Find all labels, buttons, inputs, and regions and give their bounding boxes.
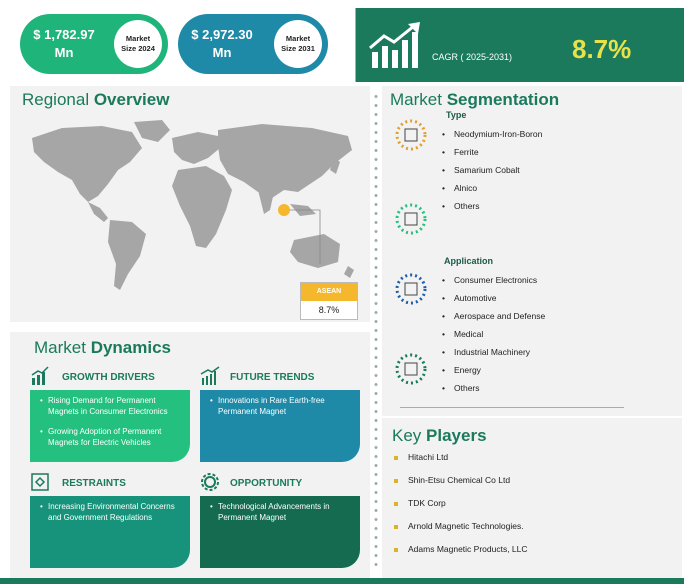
- list-item: Hitachi Ltd: [392, 446, 528, 469]
- type-list: Neodymium-Iron-Boron Ferrite Samarium Co…: [440, 125, 542, 215]
- list-item: Automotive: [440, 289, 545, 307]
- list-item: Growing Adoption of Permanent Magnets fo…: [40, 427, 182, 448]
- list-item: Innovations in Rare Earth-free Permanent…: [210, 396, 352, 417]
- header: $ 1,782.97 Mn Market Size 2024 $ 2,972.3…: [0, 0, 684, 86]
- list-item: Aerospace and Defense: [440, 307, 545, 325]
- list-item: Medical: [440, 325, 545, 343]
- list-item: Alnico: [440, 179, 542, 197]
- list-item: Energy: [440, 361, 545, 379]
- list-item: Rising Demand for Permanent Magnets in C…: [40, 396, 182, 417]
- key-players-list: Hitachi Ltd Shin-Etsu Chemical Co Ltd TD…: [392, 446, 528, 561]
- market-size-2031-badge: Market Size 2031: [274, 20, 322, 68]
- market-size-2031-unit: Mn: [212, 45, 232, 60]
- key-players-title: Key Players: [392, 426, 487, 445]
- cagr-value: 8.7%: [572, 34, 632, 64]
- application-segment-icon: [395, 273, 427, 305]
- market-dynamics-title: Market Dynamics: [34, 338, 172, 357]
- asean-value: 8.7%: [318, 305, 340, 315]
- world-map: [32, 120, 354, 290]
- list-item: Ferrite: [440, 143, 542, 161]
- opportunity-card: Technological Advancements in Permanent …: [200, 496, 360, 568]
- list-item: Neodymium-Iron-Boron: [440, 125, 542, 143]
- vertical-divider: [374, 92, 378, 572]
- cagr-label: CAGR ( 2025-2031): [432, 52, 513, 62]
- type-segment-icon-2: [395, 203, 427, 235]
- list-item: Consumer Electronics: [440, 271, 545, 289]
- application-heading: Application: [444, 256, 493, 266]
- market-segmentation-title: Market Segmentation: [390, 90, 560, 109]
- growth-drivers-heading: GROWTH DRIVERS: [62, 372, 155, 383]
- growth-drivers-card: Rising Demand for Permanent Magnets in C…: [30, 390, 190, 462]
- application-list: Consumer Electronics Automotive Aerospac…: [440, 271, 545, 397]
- section-divider: [400, 407, 624, 408]
- restraint-icon: [31, 473, 49, 491]
- market-size-2024-value: $ 1,782.97: [33, 27, 95, 42]
- market-size-2024-pill: $ 1,782.97 Mn Market Size 2024: [20, 14, 168, 74]
- type-heading: Type: [446, 110, 467, 120]
- gear-icon: [201, 473, 219, 491]
- future-trends-heading: FUTURE TRENDS: [230, 372, 315, 383]
- list-item: Samarium Cobalt: [440, 161, 542, 179]
- list-item: Arnold Magnetic Technologies.: [392, 515, 528, 538]
- application-segment-icon-2: [395, 353, 427, 385]
- bar-chart-icon: [31, 366, 49, 385]
- list-item: Adams Magnetic Products, LLC: [392, 538, 528, 561]
- market-size-2031-value: $ 2,972.30: [191, 27, 253, 42]
- future-trends-card: Innovations in Rare Earth-free Permanent…: [200, 390, 360, 462]
- list-item: Shin-Etsu Chemical Co Ltd: [392, 469, 528, 492]
- bottom-bar: [0, 578, 684, 584]
- opportunity-heading: OPPORTUNITY: [230, 478, 303, 489]
- restraints-card: Increasing Environmental Concerns and Go…: [30, 496, 190, 568]
- list-item: Industrial Machinery: [440, 343, 545, 361]
- market-size-2024-unit: Mn: [54, 45, 74, 60]
- list-item: Increasing Environmental Concerns and Go…: [40, 502, 182, 523]
- regional-overview-title: Regional Overview: [22, 90, 170, 109]
- market-size-2024-badge: Market Size 2024: [114, 20, 162, 68]
- list-item: Others: [440, 197, 542, 215]
- trend-chart-icon: [200, 366, 220, 385]
- type-segment-icon: [395, 119, 427, 151]
- restraints-heading: RESTRAINTS: [62, 478, 126, 489]
- list-item: Technological Advancements in Permanent …: [210, 502, 352, 523]
- asean-label: ASEAN: [301, 283, 357, 301]
- market-size-2031-pill: $ 2,972.30 Mn Market Size 2031: [178, 14, 328, 74]
- asean-callout: ASEAN 8.7%: [300, 282, 358, 320]
- list-item: Others: [440, 379, 545, 397]
- growth-chart-icon: [369, 22, 420, 68]
- list-item: TDK Corp: [392, 492, 528, 515]
